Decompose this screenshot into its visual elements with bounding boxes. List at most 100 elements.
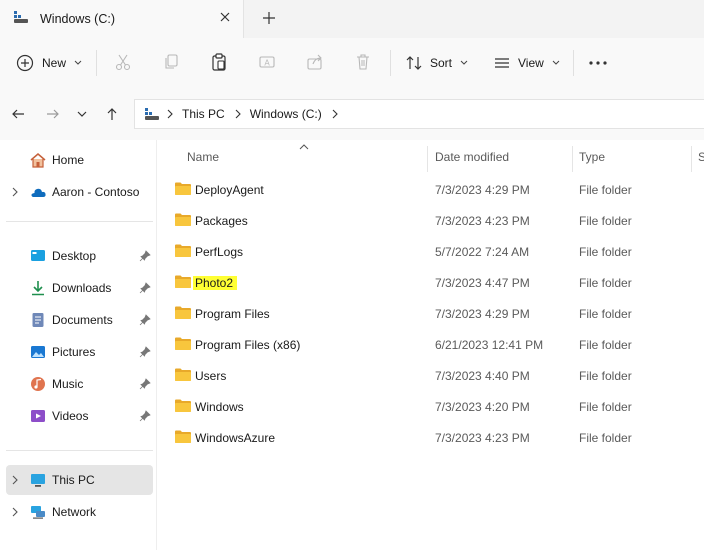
address-bar[interactable]: This PC Windows (C:) [134, 99, 704, 129]
pin-icon[interactable] [139, 346, 151, 358]
recent-locations-chevron-icon[interactable] [76, 110, 88, 118]
table-row[interactable]: Program Files 7/3/2023 4:29 PM File folder [173, 298, 704, 329]
chevron-right-icon[interactable] [167, 109, 173, 119]
sidebar-item-label: This PC [52, 473, 95, 487]
file-date-modified: 7/3/2023 4:29 PM [435, 307, 530, 321]
chevron-down-icon [552, 60, 560, 65]
sidebar-item-network[interactable]: Network [6, 497, 153, 527]
view-label: View [518, 56, 544, 70]
expand-chevron-icon[interactable] [10, 187, 20, 197]
desktop-icon [31, 250, 45, 261]
sort-icon [406, 56, 422, 70]
divider [390, 50, 391, 76]
back-icon[interactable] [10, 106, 26, 122]
sort-ascending-icon [299, 144, 309, 150]
pin-icon[interactable] [139, 282, 151, 294]
column-header-date-modified[interactable]: Date modified [435, 150, 509, 164]
file-name: Windows [195, 400, 244, 414]
divider [573, 50, 574, 76]
sidebar-item-pictures[interactable]: Pictures [6, 337, 153, 367]
file-name: DeployAgent [195, 183, 264, 197]
breadcrumb-this-pc[interactable]: This PC [182, 107, 225, 121]
file-name: PerfLogs [195, 245, 244, 259]
music-icon [31, 377, 45, 391]
sidebar-item-documents[interactable]: Documents [6, 305, 153, 335]
navigation-pane: Home Aaron - Contoso Desktop Downloads D… [0, 140, 157, 550]
sidebar-item-home[interactable]: Home [6, 145, 153, 175]
sort-button[interactable]: Sort [405, 38, 468, 88]
pin-icon[interactable] [139, 314, 151, 326]
pictures-icon [31, 346, 45, 358]
up-icon[interactable] [104, 106, 120, 122]
file-name: WindowsAzure [195, 431, 276, 445]
tab-windows-c[interactable]: Windows (C:) [0, 0, 244, 38]
home-icon [30, 153, 46, 168]
folder-icon [175, 430, 191, 443]
more-options-button[interactable] [588, 38, 608, 88]
column-divider[interactable] [691, 146, 692, 172]
file-type: File folder [579, 183, 632, 197]
sidebar-item-videos[interactable]: Videos [6, 401, 153, 431]
sidebar-item-downloads[interactable]: Downloads [6, 273, 153, 303]
paste-icon[interactable] [210, 53, 228, 71]
column-divider[interactable] [427, 146, 428, 172]
new-button[interactable]: New [16, 38, 82, 88]
file-date-modified: 7/3/2023 4:23 PM [435, 214, 530, 228]
sidebar-item-desktop[interactable]: Desktop [6, 241, 153, 271]
folder-icon [175, 275, 191, 288]
sidebar-item-label: Videos [52, 409, 89, 423]
rename-icon[interactable]: A [258, 53, 276, 71]
folder-icon [175, 244, 191, 257]
breadcrumb-windows-c[interactable]: Windows (C:) [250, 107, 322, 121]
chevron-right-icon[interactable] [235, 109, 241, 119]
column-header-size[interactable]: S [698, 150, 704, 164]
file-type: File folder [579, 431, 632, 445]
pin-icon[interactable] [139, 378, 151, 390]
table-row[interactable]: Packages 7/3/2023 4:23 PM File folder [173, 205, 704, 236]
folder-icon [175, 213, 191, 226]
sidebar-item-label: Downloads [52, 281, 112, 295]
file-type: File folder [579, 214, 632, 228]
tab-title: Windows (C:) [40, 12, 116, 26]
table-row[interactable]: PerfLogs 5/7/2022 7:24 AM File folder [173, 236, 704, 267]
sidebar-item-music[interactable]: Music [6, 369, 153, 399]
expand-chevron-icon[interactable] [10, 475, 20, 485]
navigation-bar: This PC Windows (C:) [0, 88, 704, 140]
forward-icon[interactable] [45, 106, 61, 122]
file-date-modified: 7/3/2023 4:40 PM [435, 369, 530, 383]
delete-icon[interactable] [354, 53, 372, 71]
new-tab-icon[interactable] [261, 10, 277, 26]
file-type: File folder [579, 369, 632, 383]
file-type: File folder [579, 400, 632, 414]
sidebar-item-onedrive[interactable]: Aaron - Contoso [6, 177, 153, 207]
table-row[interactable]: DeployAgent 7/3/2023 4:29 PM File folder [173, 174, 704, 205]
file-list: Name Date modified Type S DeployAgent 7/3… [157, 140, 704, 550]
expand-chevron-icon[interactable] [10, 507, 20, 517]
chevron-right-icon[interactable] [332, 109, 338, 119]
close-icon[interactable] [218, 10, 232, 24]
view-button[interactable]: View [494, 38, 560, 88]
folder-icon [175, 337, 191, 350]
table-row[interactable]: Program Files (x86) 6/21/2023 12:41 PM Fil… [173, 329, 704, 360]
table-row[interactable]: WindowsAzure 7/3/2023 4:23 PM File folder [173, 422, 704, 453]
command-bar: New A Sort View [0, 38, 704, 89]
cut-icon[interactable] [114, 53, 132, 71]
column-divider[interactable] [572, 146, 573, 172]
column-header-name[interactable]: Name [187, 150, 219, 164]
new-label: New [42, 56, 67, 70]
column-header-type[interactable]: Type [579, 150, 605, 164]
share-icon[interactable] [306, 53, 324, 71]
copy-icon[interactable] [162, 53, 180, 71]
file-name: Photo2 [193, 276, 238, 290]
file-date-modified: 6/21/2023 12:41 PM [435, 338, 544, 352]
table-row[interactable]: Users 7/3/2023 4:40 PM File folder [173, 360, 704, 391]
file-type: File folder [579, 338, 632, 352]
folder-icon [175, 399, 191, 412]
videos-icon [31, 410, 45, 422]
sidebar-item-this-pc[interactable]: This PC [6, 465, 153, 495]
table-row[interactable]: Photo2 7/3/2023 4:47 PM File folder [173, 267, 704, 298]
pin-icon[interactable] [139, 250, 151, 262]
sidebar-item-label: Network [52, 505, 97, 519]
table-row[interactable]: Windows 7/3/2023 4:20 PM File folder [173, 391, 704, 422]
pin-icon[interactable] [139, 410, 151, 422]
